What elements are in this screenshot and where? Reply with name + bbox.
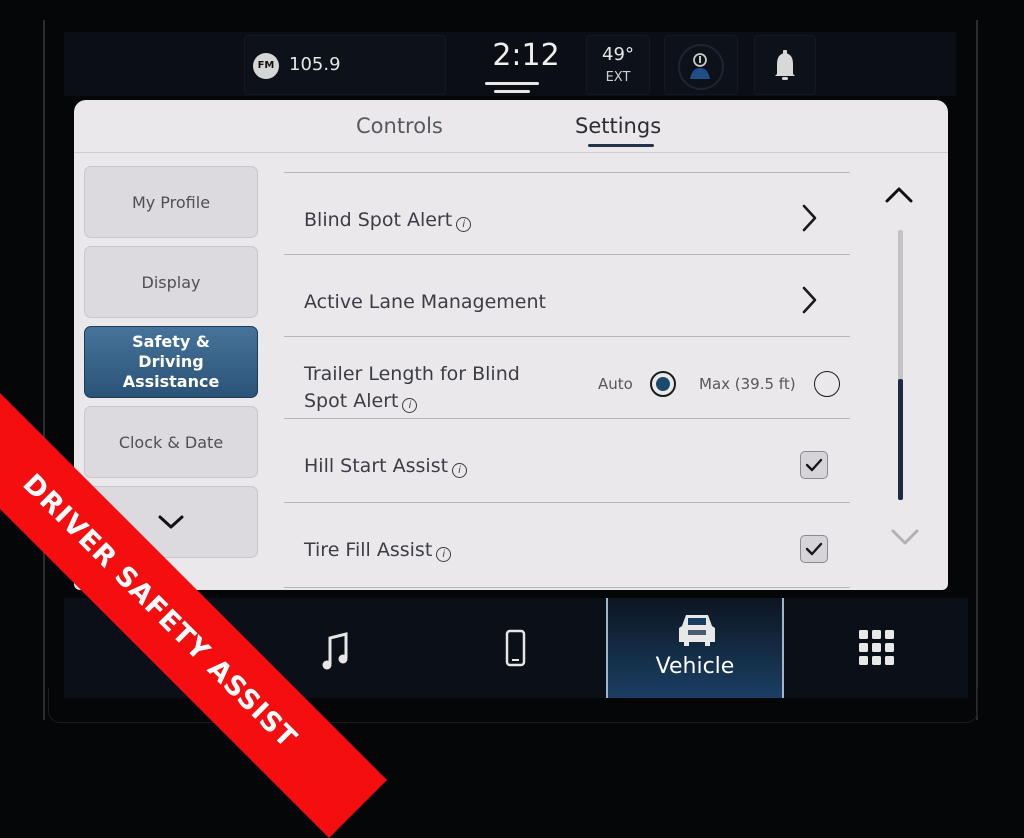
setting-label: Hill Start Assist i xyxy=(304,455,468,478)
driver-profile-button[interactable] xyxy=(664,35,738,95)
notifications-button[interactable] xyxy=(754,35,816,95)
radio-band-icon: FM xyxy=(253,53,279,79)
info-icon[interactable]: i xyxy=(402,398,418,413)
sidebar-item-label: My Profile xyxy=(131,192,211,212)
apps-grid-icon xyxy=(859,630,894,665)
chevron-right-icon xyxy=(802,286,817,314)
scroll-down-button[interactable] xyxy=(890,526,920,548)
radio-frequency: 105.9 xyxy=(289,54,341,75)
setting-row-tire-fill-assist[interactable]: Tire Fill Assist i xyxy=(284,502,850,588)
outside-temperature: 49° EXT xyxy=(586,35,650,95)
scrollbar-track[interactable] xyxy=(898,230,903,500)
sidebar-item-clock-date[interactable]: Clock & Date xyxy=(84,406,258,478)
bell-icon xyxy=(775,50,795,80)
temperature-value: 49° xyxy=(602,44,634,65)
setting-row-blind-spot-alert[interactable]: Blind Spot Alert i xyxy=(284,172,850,255)
info-icon[interactable]: i xyxy=(452,463,468,478)
bezel-edge-right xyxy=(976,20,978,720)
setting-label: Tire Fill Assist i xyxy=(304,539,452,562)
sidebar-item-my-profile[interactable]: My Profile xyxy=(84,166,258,238)
setting-label-text: Blind Spot Alert xyxy=(304,209,453,231)
sidebar-item-label: Clock & Date xyxy=(118,432,224,452)
bezel-edge-left xyxy=(43,20,45,720)
info-icon[interactable]: i xyxy=(456,217,472,232)
temperature-label: EXT xyxy=(605,70,631,85)
scrollbar-thumb[interactable] xyxy=(898,378,903,500)
radio-max[interactable] xyxy=(814,371,840,397)
nav-vehicle-label: Vehicle xyxy=(655,654,735,679)
pull-down-handle[interactable] xyxy=(485,82,539,85)
active-tab-indicator xyxy=(588,144,654,147)
driver-profile-icon xyxy=(678,44,724,90)
phone-icon xyxy=(505,629,526,667)
info-icon[interactable]: i xyxy=(436,547,452,562)
status-bar: FM 105.9 2:12 49° EXT xyxy=(64,32,956,96)
setting-label-line1: Trailer Length for Blind xyxy=(304,363,520,385)
sidebar-item-label: Display xyxy=(141,272,201,292)
clock[interactable]: 2:12 xyxy=(476,38,576,73)
setting-label-text: Hill Start Assist xyxy=(304,455,449,477)
nav-vehicle[interactable]: Vehicle xyxy=(606,598,784,698)
setting-label: Trailer Length for Blind Spot Alert i xyxy=(304,361,520,415)
radio-label-max: Max (39.5 ft) xyxy=(699,375,796,393)
settings-panel: Controls Settings My Profile Display Saf… xyxy=(74,100,948,590)
scroll-up-button[interactable] xyxy=(884,184,914,206)
setting-row-hill-start-assist[interactable]: Hill Start Assist i xyxy=(284,418,850,503)
chevron-down-icon xyxy=(158,515,184,529)
pull-down-handle-lower[interactable] xyxy=(494,90,530,93)
checkmark-icon xyxy=(805,542,823,556)
setting-label: Active Lane Management xyxy=(304,291,546,313)
tab-divider xyxy=(74,152,948,153)
tire-fill-assist-checkbox[interactable] xyxy=(800,535,828,563)
setting-row-trailer-length: Trailer Length for Blind Spot Alert i Aut… xyxy=(284,336,850,419)
setting-label: Blind Spot Alert i xyxy=(304,209,472,232)
checkmark-icon xyxy=(805,458,823,472)
radio-auto[interactable] xyxy=(650,371,676,397)
setting-row-active-lane-management[interactable]: Active Lane Management xyxy=(284,254,850,337)
nav-apps[interactable] xyxy=(786,598,964,698)
radio-selected-dot xyxy=(656,377,670,391)
hill-start-assist-checkbox[interactable] xyxy=(800,451,828,479)
tab-settings[interactable]: Settings xyxy=(575,114,661,138)
sidebar-item-label: Safety & Driving Assistance xyxy=(122,332,220,391)
setting-label-line2: Spot Alert xyxy=(304,390,399,412)
sidebar-item-safety-driving-assistance[interactable]: Safety & Driving Assistance xyxy=(84,326,258,398)
chevron-right-icon xyxy=(802,204,817,232)
radio-status-button[interactable]: FM 105.9 xyxy=(244,35,446,95)
vehicle-icon xyxy=(679,615,715,646)
radio-label-auto: Auto xyxy=(598,375,633,393)
setting-label-text: Tire Fill Assist xyxy=(304,539,433,561)
sidebar-item-display[interactable]: Display xyxy=(84,246,258,318)
tab-controls[interactable]: Controls xyxy=(356,114,443,138)
nav-phone[interactable] xyxy=(426,598,604,698)
